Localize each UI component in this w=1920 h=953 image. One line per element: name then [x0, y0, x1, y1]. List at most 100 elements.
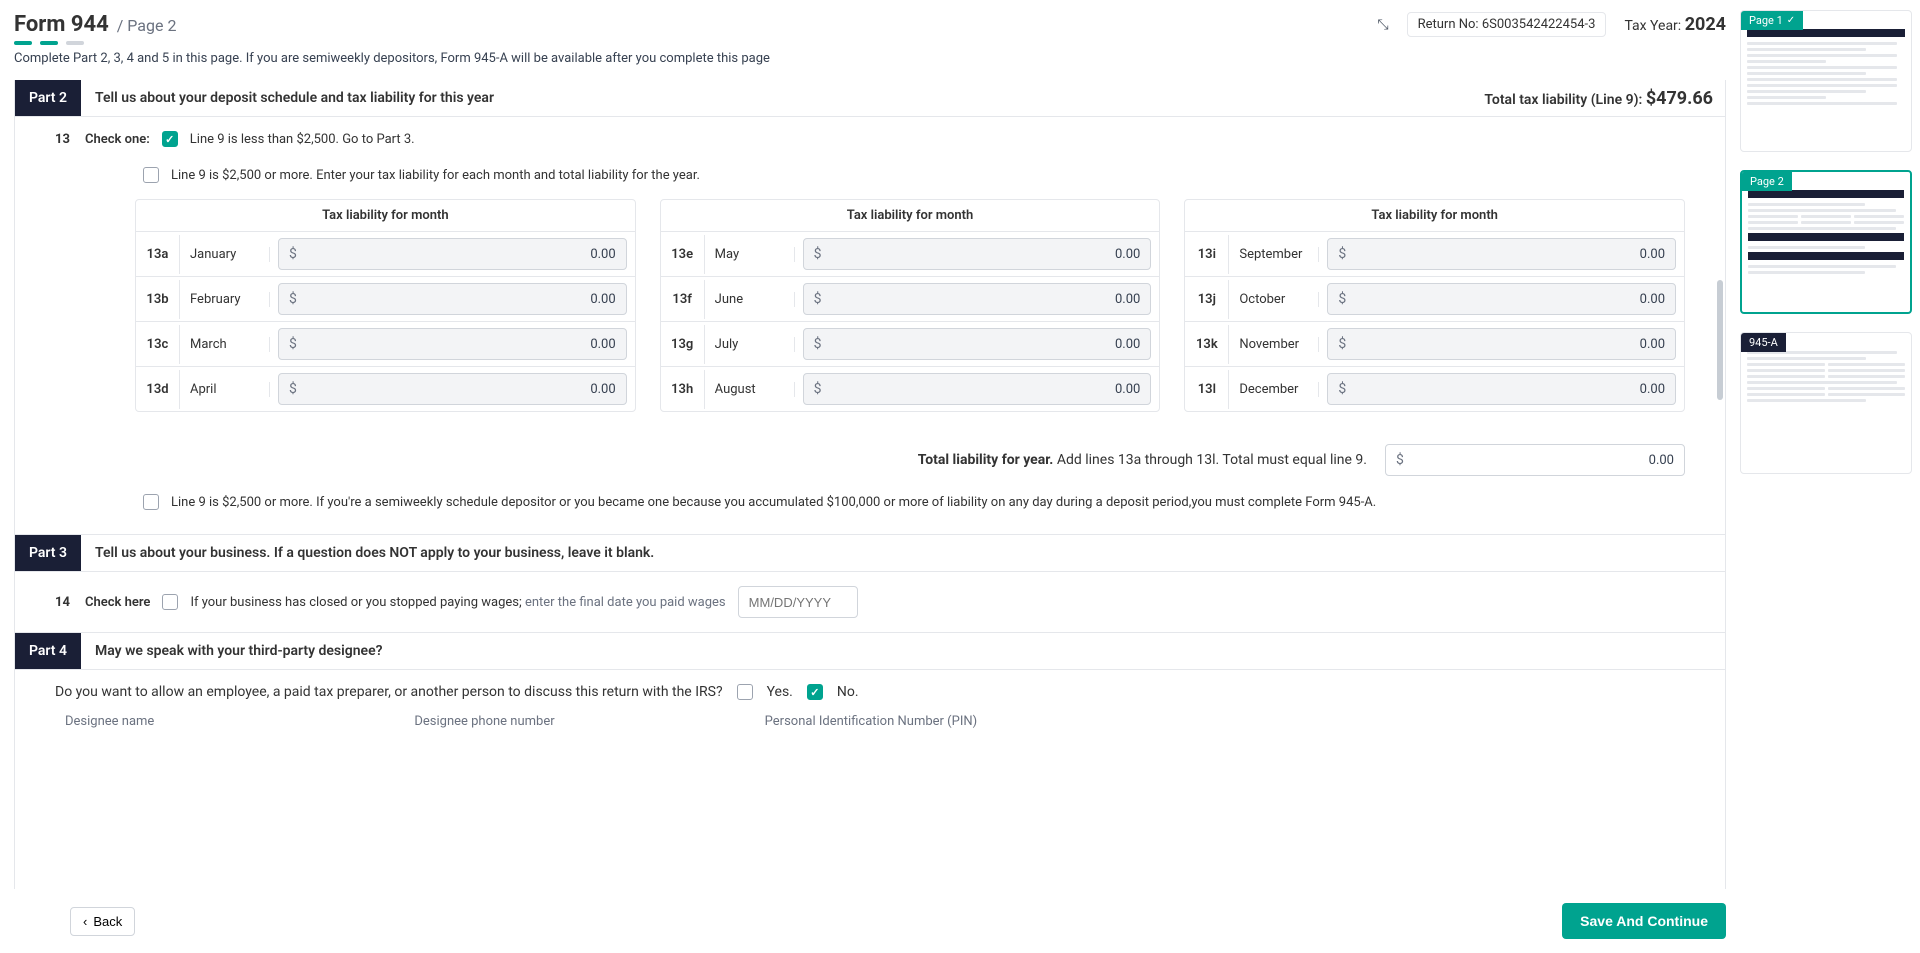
progress-tab-3[interactable]: [66, 41, 84, 45]
month-row-13d: 13dApril $0.00: [136, 366, 635, 411]
month-input-13c[interactable]: $0.00: [278, 328, 627, 360]
month-code: 13i: [1185, 235, 1229, 274]
part2-desc: Tell us about your deposit schedule and …: [95, 90, 494, 106]
monthly-liability-grid: Tax liability for month 13aJanuary$0.001…: [15, 199, 1725, 432]
month-input-13l[interactable]: $0.00: [1327, 373, 1676, 405]
month-input-13k[interactable]: $0.00: [1327, 328, 1676, 360]
month-row-13i: 13iSeptember $0.00: [1185, 232, 1684, 276]
month-name: September: [1229, 247, 1319, 262]
month-name: December: [1229, 382, 1319, 397]
month-code: 13h: [661, 370, 705, 409]
line-14: 14 Check here If your business has close…: [15, 572, 1725, 632]
month-code: 13d: [136, 370, 180, 409]
line-13-option2: Line 9 is $2,500 or more. Enter your tax…: [15, 161, 1725, 199]
checkbox-business-closed[interactable]: [162, 594, 178, 610]
check-icon: ✓: [1787, 15, 1795, 26]
month-name: August: [705, 382, 795, 397]
thumbnail-945a[interactable]: 945-A: [1740, 332, 1912, 474]
thumbnail-page-1[interactable]: Page 1 ✓: [1740, 10, 1912, 152]
designee-phone-label: Designee phone number: [414, 714, 554, 729]
month-code: 13b: [136, 280, 180, 319]
month-code: 13e: [661, 235, 705, 274]
line-13-option3: Line 9 is $2,500 or more. If you're a se…: [15, 488, 1725, 534]
save-continue-button[interactable]: Save And Continue: [1562, 903, 1726, 939]
month-input-13b[interactable]: $0.00: [278, 283, 627, 315]
month-row-13b: 13bFebruary $0.00: [136, 276, 635, 321]
month-col-1: Tax liability for month 13aJanuary$0.001…: [135, 199, 636, 412]
month-name: March: [180, 337, 270, 352]
checkbox-semiweekly[interactable]: [143, 494, 159, 510]
option-line9-less-2500: Line 9 is less than $2,500. Go to Part 3…: [190, 132, 415, 147]
month-row-13k: 13kNovember $0.00: [1185, 321, 1684, 366]
month-input-13d[interactable]: $0.00: [278, 373, 627, 405]
progress-tab-2[interactable]: [40, 41, 58, 45]
final-wages-date-input[interactable]: [738, 586, 858, 618]
month-row-13f: 13fJune $0.00: [661, 276, 1160, 321]
month-code: 13k: [1185, 325, 1229, 364]
month-input-13h[interactable]: $0.00: [803, 373, 1152, 405]
month-name: October: [1229, 292, 1319, 307]
page-label: / Page 2: [117, 16, 177, 35]
month-name: June: [705, 292, 795, 307]
month-col-3: Tax liability for month 13iSeptember$0.0…: [1184, 199, 1685, 412]
tax-year: Tax Year: 2024: [1624, 14, 1726, 35]
progress-tabs: [14, 41, 1726, 45]
progress-tab-1[interactable]: [14, 41, 32, 45]
month-code: 13l: [1185, 370, 1229, 409]
scrollbar[interactable]: [1717, 280, 1723, 400]
month-name: November: [1229, 337, 1319, 352]
total-tax-liability: Total tax liability (Line 9): $479.66: [1484, 88, 1725, 109]
checkbox-irs-yes[interactable]: [737, 684, 753, 700]
form-title: Form 944: [14, 12, 109, 37]
collapse-icon[interactable]: ⤡: [1377, 17, 1388, 33]
month-row-13j: 13jOctober$0.00: [1185, 276, 1684, 321]
checkbox-irs-no[interactable]: [807, 684, 823, 700]
thumbnail-page-2[interactable]: Page 2: [1740, 170, 1912, 314]
total-liability-year-input[interactable]: $ 0.00: [1385, 444, 1685, 476]
chevron-left-icon: ‹: [83, 914, 87, 929]
form-scroll-area[interactable]: Part 2 Tell us about your deposit schedu…: [14, 80, 1726, 889]
page-thumbnails: Page 1 ✓ Page 2: [1740, 0, 1920, 953]
checkbox-line9-2500-more[interactable]: [143, 167, 159, 183]
part4-bar: Part 4 May we speak with your third-part…: [15, 632, 1725, 670]
line-13: 13 Check one: Line 9 is less than $2,500…: [15, 117, 1725, 161]
part3-bar: Part 3 Tell us about your business. If a…: [15, 534, 1725, 572]
month-row-13a: 13aJanuary $0.00: [136, 232, 635, 276]
month-row-13e: 13eMay$0.00: [661, 232, 1160, 276]
thumbnail-badge-page-1: Page 1 ✓: [1741, 11, 1803, 30]
month-name: January: [180, 247, 270, 262]
page-subtitle: Complete Part 2, 3, 4 and 5 in this page…: [14, 51, 1726, 66]
designee-pin-label: Personal Identification Number (PIN): [765, 714, 978, 729]
thumbnail-badge-945a: 945-A: [1741, 333, 1786, 352]
month-input-13e[interactable]: $0.00: [803, 238, 1152, 270]
designee-fields: Designee name Designee phone number Pers…: [15, 708, 1725, 729]
total-liability-year-row: Total liability for year. Add lines 13a …: [15, 432, 1725, 488]
month-input-13a[interactable]: $0.00: [278, 238, 627, 270]
part4-tag: Part 4: [15, 633, 81, 669]
month-name: July: [705, 337, 795, 352]
part4-desc: May we speak with your third-party desig…: [95, 643, 383, 659]
part2-tag: Part 2: [15, 80, 81, 116]
designee-name-label: Designee name: [65, 714, 154, 729]
part3-desc: Tell us about your business. If a questi…: [95, 545, 654, 561]
thumbnail-badge-page-2: Page 2: [1742, 172, 1792, 191]
month-input-13f[interactable]: $0.00: [803, 283, 1152, 315]
part3-tag: Part 3: [15, 535, 81, 571]
month-input-13g[interactable]: $0.00: [803, 328, 1152, 360]
month-code: 13a: [136, 235, 180, 274]
month-row-13h: 13hAugust $0.00: [661, 366, 1160, 411]
month-name: April: [180, 382, 270, 397]
month-code: 13c: [136, 325, 180, 364]
month-input-13i[interactable]: $0.00: [1327, 238, 1676, 270]
back-button[interactable]: ‹ Back: [70, 907, 135, 936]
month-input-13j[interactable]: $0.00: [1327, 283, 1676, 315]
month-code: 13f: [661, 280, 705, 319]
header: Form 944 / Page 2 ⤡ Return No: 6S0035424…: [14, 12, 1726, 37]
month-name: February: [180, 292, 270, 307]
month-row-13c: 13cMarch $0.00: [136, 321, 635, 366]
month-code: 13g: [661, 325, 705, 364]
month-row-13g: 13gJuly $0.00: [661, 321, 1160, 366]
checkbox-line9-less-2500[interactable]: [162, 131, 178, 147]
irs-discuss-row: Do you want to allow an employee, a paid…: [15, 670, 1725, 708]
month-col-2: Tax liability for month 13eMay$0.0013fJu…: [660, 199, 1161, 412]
